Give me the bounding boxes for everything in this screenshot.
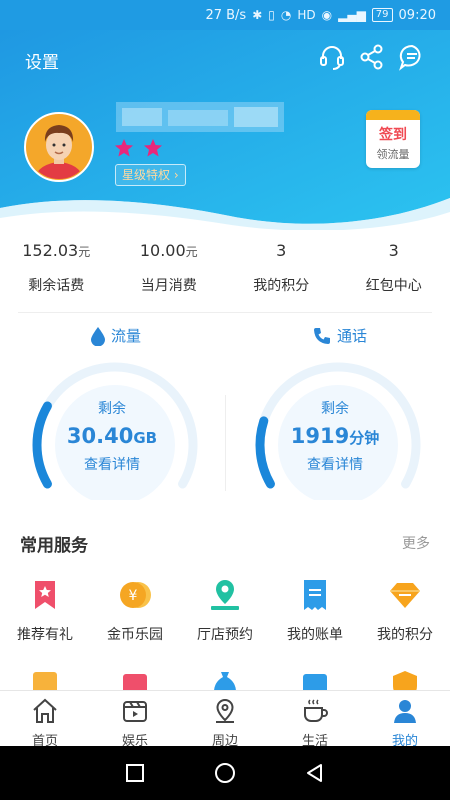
service-label: 我的积分 <box>377 627 433 643</box>
eye-icon: ◉ <box>321 8 333 22</box>
username-blurred <box>116 102 284 132</box>
avatar[interactable] <box>24 112 94 182</box>
tab-entertainment[interactable]: 娱乐 <box>90 691 180 749</box>
tab-home[interactable]: 首页 <box>0 691 90 749</box>
tab-life[interactable]: 生活 <box>270 691 360 749</box>
phone-icon <box>314 327 330 344</box>
coffee-icon <box>304 699 328 722</box>
stat-unit: 元 <box>78 245 91 259</box>
stat-value: 3 <box>276 241 287 260</box>
home-icon <box>33 698 57 723</box>
stat-label: 当月消费 <box>140 278 197 294</box>
stat-label: 我的积分 <box>253 278 310 294</box>
call-remaining-unit: 分钟 <box>349 429 380 447</box>
svg-text:¥: ¥ <box>129 588 138 604</box>
signal-icon: ▂▄▆ <box>338 8 366 22</box>
back-icon[interactable] <box>305 763 325 783</box>
settings-button[interactable]: 设置 <box>25 48 59 73</box>
data-usage-info: 剩余 30.40GB 查看详情 <box>32 398 192 474</box>
data-remaining-unit: GB <box>133 429 158 447</box>
stat-value: 10.00 <box>139 241 186 260</box>
battery-icon: 79 <box>371 8 393 22</box>
recents-icon[interactable] <box>125 763 145 783</box>
service-coin-park[interactable]: ¥ 金币乐园 <box>90 578 180 644</box>
home-circle-icon[interactable] <box>214 762 236 784</box>
bottom-tab-bar: 首页 娱乐 周边 生活 我的 <box>0 690 450 749</box>
store-location-icon <box>211 580 239 610</box>
stat-monthly-spend[interactable]: 10.00元 当月消费 <box>113 238 226 310</box>
star-icon <box>115 139 133 157</box>
stat-points[interactable]: 3 我的积分 <box>225 238 338 310</box>
headset-icon[interactable] <box>318 43 346 71</box>
service-store-booking[interactable]: 厅店预约 <box>180 578 270 644</box>
service-my-bill[interactable]: 我的账单 <box>270 578 360 644</box>
network-speed: 27 B/s <box>205 7 247 23</box>
message-icon[interactable] <box>398 43 426 71</box>
services-more-link[interactable]: 更多 <box>402 533 430 553</box>
call-usage-header: 通话 <box>312 325 367 346</box>
coin-icon: ¥ <box>120 582 151 608</box>
water-drop-icon <box>91 326 105 346</box>
services-title: 常用服务 <box>20 536 88 556</box>
data-remaining-value: 30.40 <box>66 424 134 448</box>
privilege-label: 星级特权 <box>122 168 171 182</box>
tab-mine[interactable]: 我的 <box>360 691 450 749</box>
tab-nearby[interactable]: 周边 <box>180 691 270 749</box>
hd-icon: HD <box>297 8 316 22</box>
divider <box>18 312 432 313</box>
stat-label: 剩余话费 <box>28 278 85 294</box>
service-label: 厅店预约 <box>197 627 253 643</box>
diamond-icon <box>390 583 420 608</box>
call-usage-title: 通话 <box>337 327 368 345</box>
sign-in-button[interactable]: 签到 领流量 <box>366 110 420 168</box>
share-icon[interactable] <box>358 43 386 71</box>
stat-unit: 元 <box>185 245 198 259</box>
sign-in-sublabel: 领流量 <box>376 148 410 161</box>
stat-value: 152.03 <box>22 241 79 260</box>
bookmark-star-icon <box>35 581 55 609</box>
sign-in-label: 签到 <box>379 127 407 143</box>
star-privilege-link[interactable]: 星级特权 › <box>115 164 186 186</box>
service-my-points[interactable]: 我的积分 <box>360 578 450 644</box>
stat-value: 3 <box>388 241 399 260</box>
calendar-icon <box>366 110 420 120</box>
service-label: 金币乐园 <box>107 627 163 643</box>
service-label: 推荐有礼 <box>17 627 73 643</box>
service-label: 我的账单 <box>287 627 343 643</box>
profile-page: 27 B/s ✱ ▯ ◔ HD ◉ ▂▄▆ 79 09:20 设置 星级特权 ›… <box>0 0 450 800</box>
gauge-divider <box>225 395 226 491</box>
data-remaining-label: 剩余 <box>98 401 126 417</box>
video-icon <box>123 701 147 722</box>
person-icon <box>394 700 416 723</box>
stat-balance[interactable]: 152.03元 剩余话费 <box>0 238 113 310</box>
stat-label: 红包中心 <box>365 278 422 294</box>
call-remaining-label: 剩余 <box>321 401 349 417</box>
services-grid: 推荐有礼 ¥ 金币乐园 厅店预约 我的账单 我的积分 <box>0 578 450 644</box>
star-rating <box>114 138 163 158</box>
data-details-link[interactable]: 查看详情 <box>32 454 192 474</box>
status-bar: 27 B/s ✱ ▯ ◔ HD ◉ ▂▄▆ 79 09:20 <box>0 0 450 30</box>
bill-icon <box>304 580 326 610</box>
bluetooth-icon: ✱ <box>252 8 263 22</box>
clock: 09:20 <box>398 7 436 23</box>
stat-red-packets[interactable]: 3 红包中心 <box>338 238 450 310</box>
star-icon <box>144 139 162 157</box>
call-details-link[interactable]: 查看详情 <box>255 454 415 474</box>
call-usage-info: 剩余 1919分钟 查看详情 <box>255 398 415 474</box>
call-remaining-value: 1919 <box>290 424 350 448</box>
system-nav-bar <box>0 746 450 800</box>
profile-header: 设置 星级特权 › 签到 领流量 <box>0 30 450 230</box>
data-usage-header: 流量 <box>90 325 141 346</box>
account-stats: 152.03元 剩余话费 10.00元 当月消费 3 我的积分 3 红包中心 <box>0 238 450 310</box>
vibrate-icon: ▯ <box>268 8 275 22</box>
data-usage-title: 流量 <box>111 327 142 345</box>
alarm-icon: ◔ <box>280 8 292 22</box>
location-icon <box>216 698 234 723</box>
service-recommend-gift[interactable]: 推荐有礼 <box>0 578 90 644</box>
